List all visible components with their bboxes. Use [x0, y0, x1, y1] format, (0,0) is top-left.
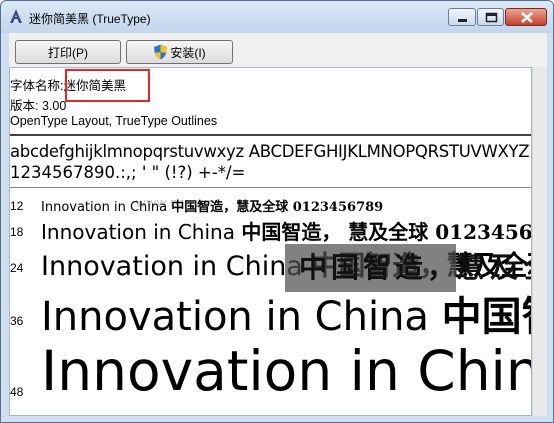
sample-line-48: Innovation in China	[41, 338, 532, 403]
sample-latin: Innovation in China	[41, 294, 442, 340]
font-app-icon	[8, 8, 24, 24]
highlight-overlay: 中国智造，	[285, 244, 456, 292]
close-icon	[521, 12, 533, 23]
size-label-12: 12	[10, 199, 24, 213]
charset-letters: abcdefghijklmnopqrstuvwxyz ABCDEFGHIJKLM…	[10, 142, 530, 161]
charset-digits: 1234567890.:,; ' " (!?) +-*/=	[10, 163, 246, 182]
sample-line-18: Innovation in China 中国智造， 慧及全球 012345678…	[41, 216, 532, 245]
sample-chinese: 中国智造， 慧及全球 0123456789	[241, 220, 532, 244]
print-button-label: 打印(P)	[48, 45, 88, 60]
sample-latin: Innovation in China	[41, 200, 172, 215]
vertical-scrollbar[interactable]	[532, 67, 547, 416]
overlay-text: 中国智造，	[299, 251, 456, 284]
version-text: 版本: 3.00	[10, 99, 67, 113]
font-viewer-window: 迷你简美黑 (TrueType) 打印(P) 安装(I) 字体名称:迷你简美黑 …	[0, 0, 554, 423]
title-bar: 迷你简美黑 (TrueType)	[1, 1, 553, 33]
sample-latin: Innovation in China	[41, 220, 242, 244]
maximize-icon	[485, 12, 498, 23]
separator	[10, 134, 531, 136]
sample-line-36: Innovation in China 中国智造	[41, 284, 531, 342]
close-button[interactable]	[505, 8, 547, 26]
sample-line-12: Innovation in China 中国智造，慧及全球 0123456789	[41, 196, 383, 215]
outline-type-text: OpenType Layout, TrueType Outlines	[10, 114, 218, 128]
size-label-48: 48	[10, 385, 24, 399]
size-label-36: 36	[10, 314, 24, 328]
maximize-button[interactable]	[477, 8, 504, 26]
minimize-button[interactable]	[448, 8, 476, 26]
overlay-continuation: 慧及全	[456, 244, 531, 292]
uac-shield-icon	[154, 44, 168, 60]
sample-chinese: 中国智造，慧及全球 0123456789	[171, 200, 384, 215]
highlight-box	[65, 69, 150, 102]
minimize-icon	[458, 19, 467, 22]
overlay-text-ext: 慧及全	[456, 251, 531, 284]
font-name-label: 字体名称:	[10, 79, 64, 93]
install-button[interactable]: 安装(I)	[126, 40, 233, 64]
font-preview-pane: 字体名称:迷你简美黑 版本: 3.00 OpenType Layout, Tru…	[9, 67, 532, 416]
print-button[interactable]: 打印(P)	[15, 40, 121, 64]
separator	[10, 187, 531, 188]
install-button-label: 安装(I)	[170, 45, 206, 60]
sample-chinese: 中国智造	[441, 293, 531, 340]
size-label-24: 24	[10, 261, 24, 275]
window-title: 迷你简美黑 (TrueType)	[29, 12, 151, 26]
size-label-18: 18	[10, 225, 24, 239]
sample-latin: Innovation in China	[41, 251, 312, 282]
toolbar: 打印(P) 安装(I)	[9, 33, 547, 67]
sample-latin: Innovation in China	[41, 339, 532, 403]
